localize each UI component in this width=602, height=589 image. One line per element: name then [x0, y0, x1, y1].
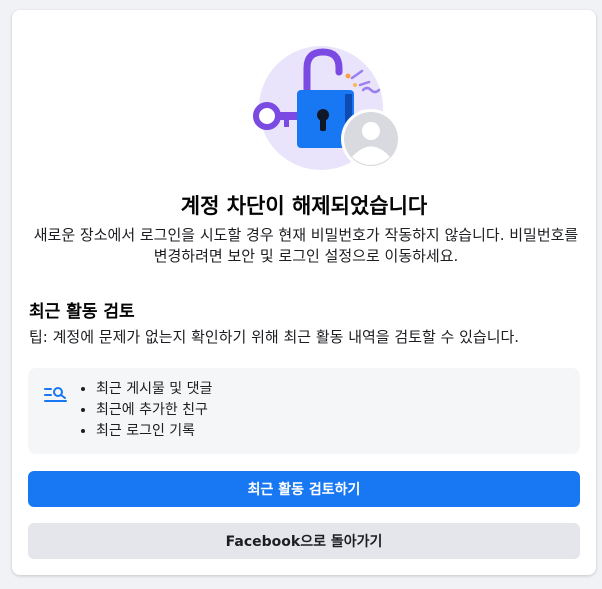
back-to-facebook-button[interactable]: Facebook으로 돌아가기 [28, 523, 580, 559]
review-activity-button[interactable]: 최근 활동 검토하기 [28, 471, 580, 507]
avatar-icon [344, 112, 398, 166]
page-title: 계정 차단이 해제되었습니다 [180, 194, 428, 218]
list-search-icon [44, 387, 67, 402]
unlocked-padlock-icon [253, 46, 401, 170]
activity-review-box: 최근 게시물 및 댓글 최근에 추가한 친구 최근 로그인 기록 [28, 368, 580, 454]
activity-list: 최근 게시물 및 댓글 최근에 추가한 친구 최근 로그인 기록 [76, 379, 212, 442]
tip-text: 팁: 계정에 문제가 없는지 확인하기 위해 최근 활동 내역을 검토할 수 있… [29, 328, 520, 346]
unlock-dialog: 계정 차단이 해제되었습니다 새로운 장소에서 로그인을 시도할 경우 현재 비… [12, 10, 596, 575]
list-item: 최근에 추가한 친구 [96, 400, 212, 421]
list-item: 최근 게시물 및 댓글 [96, 379, 212, 400]
page-description: 새로운 장소에서 로그인을 시도할 경우 현재 비밀번호가 작동하지 않습니다.… [33, 226, 579, 265]
list-item: 최근 로그인 기록 [96, 421, 212, 442]
section-title: 최근 활동 검토 [29, 302, 135, 322]
